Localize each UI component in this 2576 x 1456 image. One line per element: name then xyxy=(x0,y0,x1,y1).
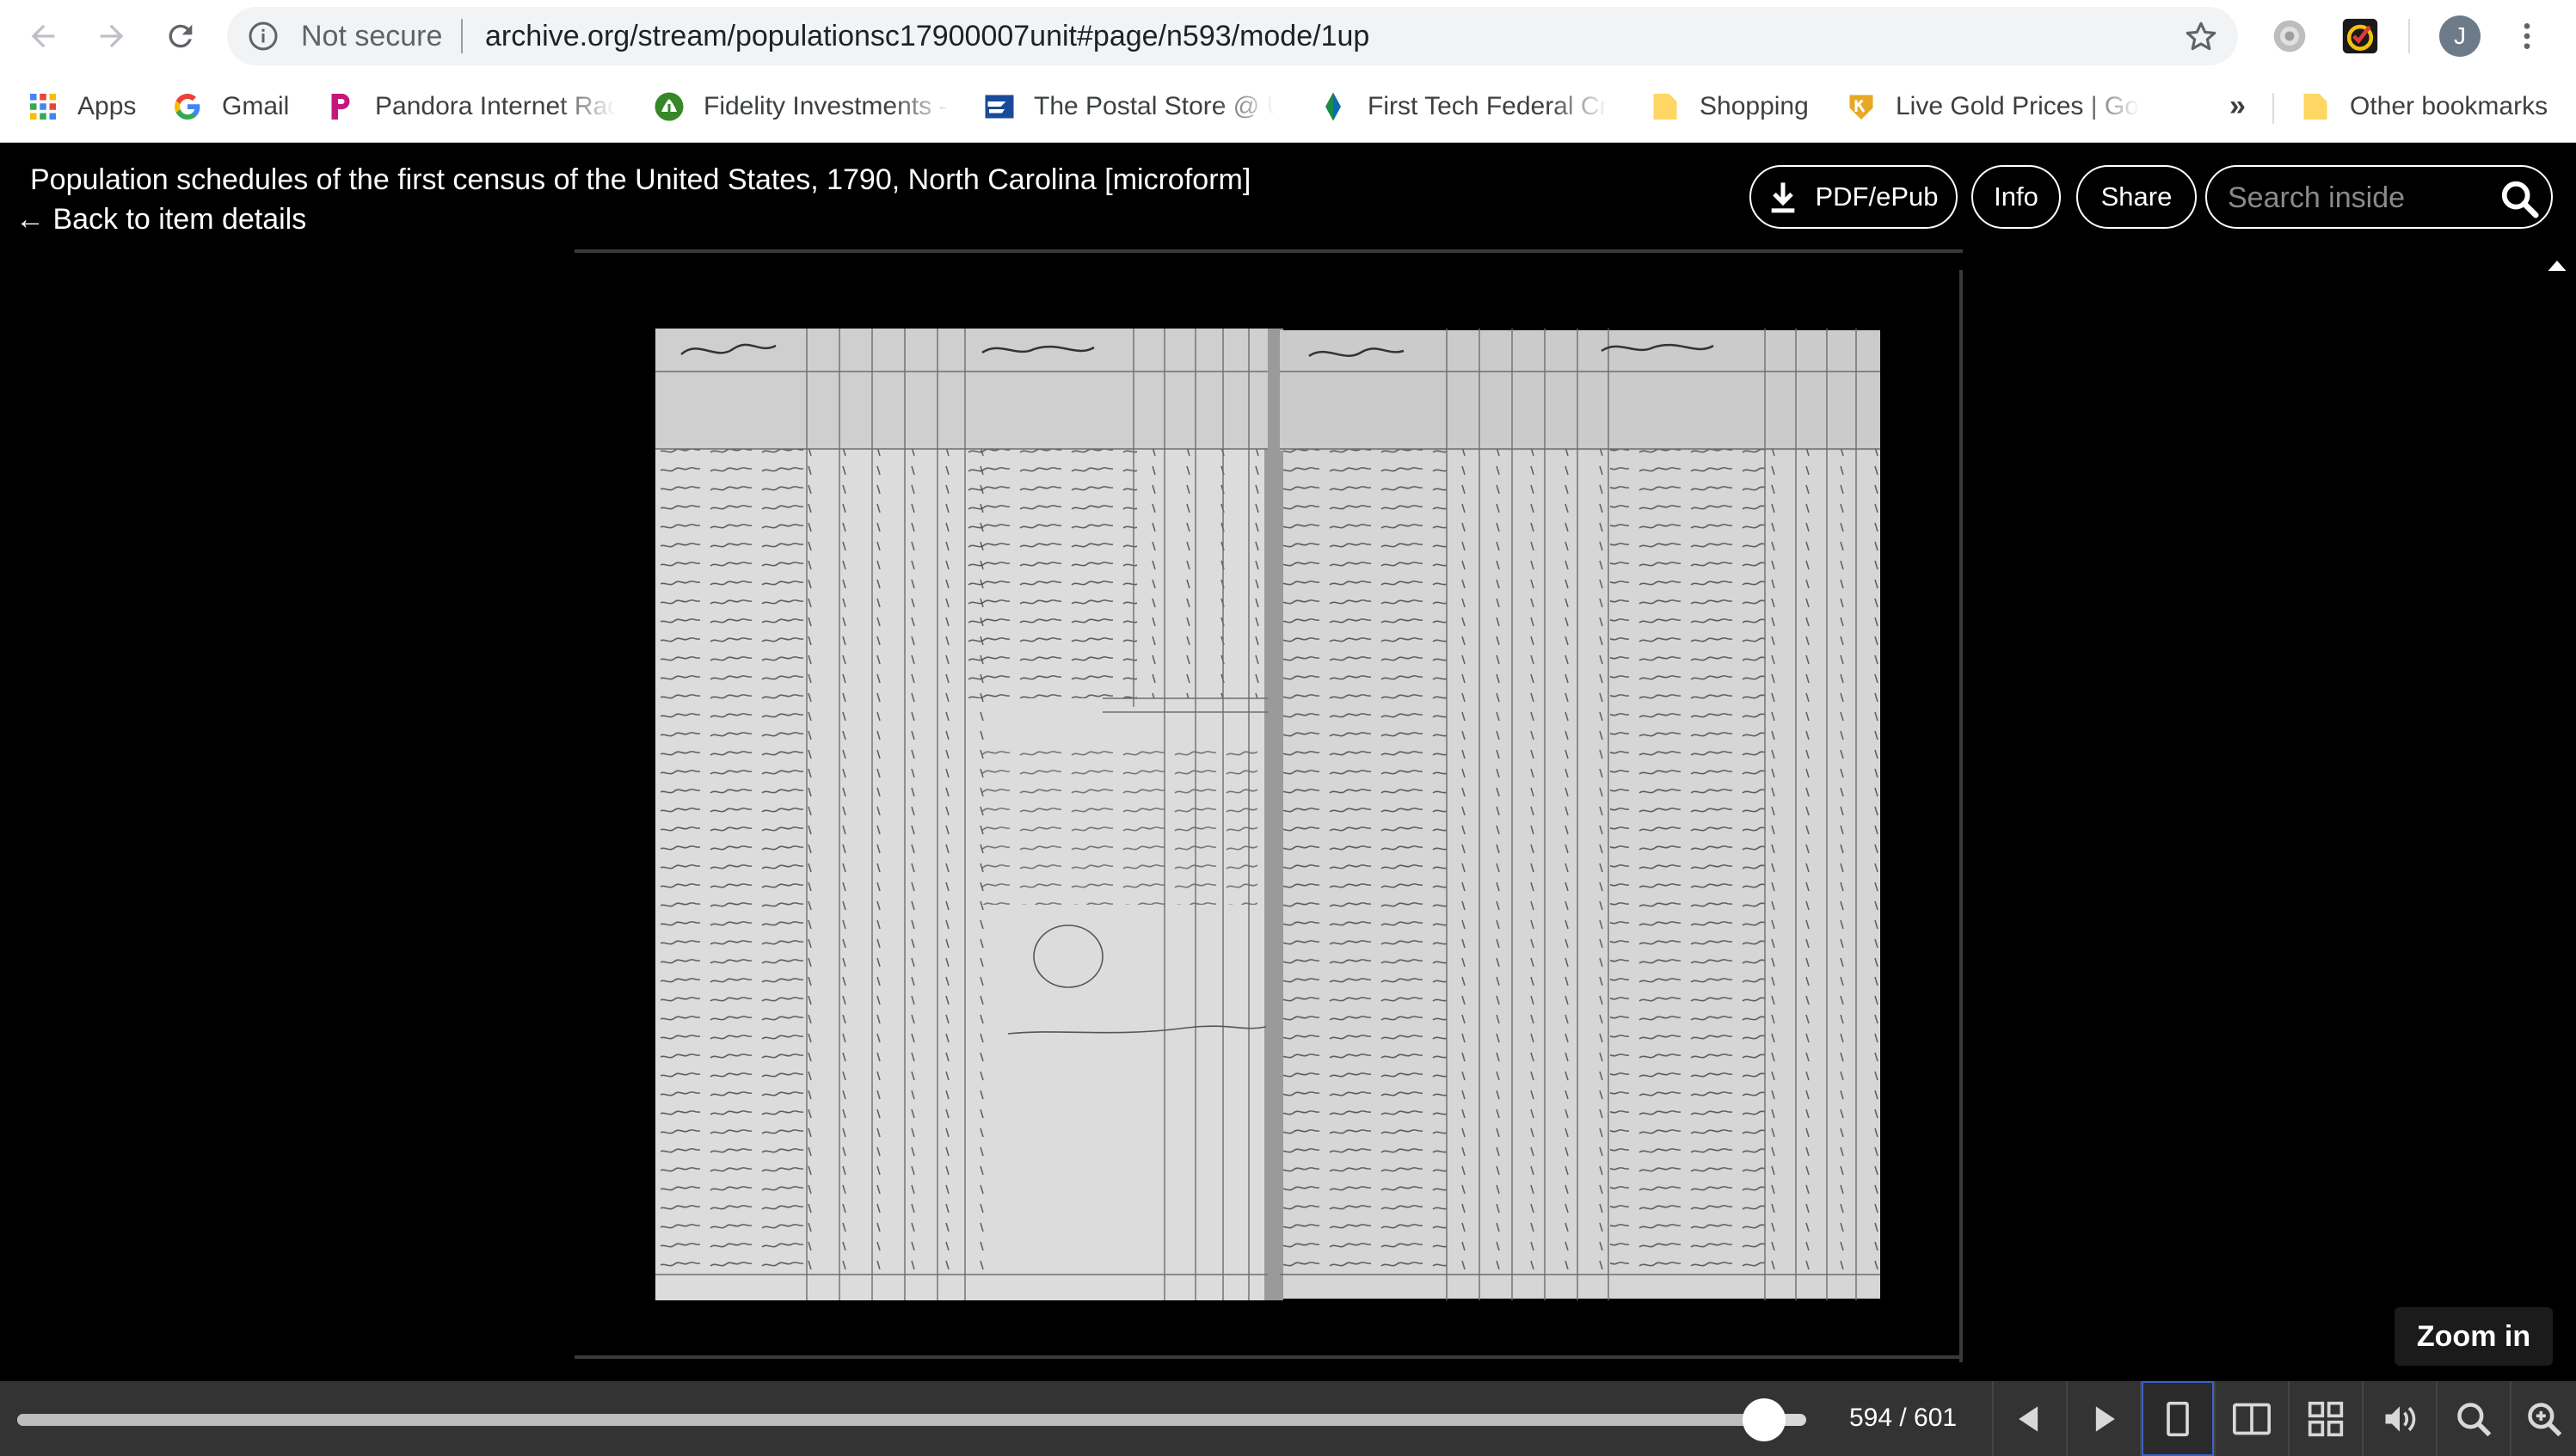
usps-icon xyxy=(982,89,1017,124)
bookmark-pandora[interactable]: Pandora Internet Rad xyxy=(323,88,616,126)
reload-icon xyxy=(169,24,193,48)
one-page-view-button[interactable] xyxy=(2140,1381,2214,1456)
fidelity-icon xyxy=(652,89,686,124)
bookmark-shopping[interactable]: Shopping xyxy=(1648,88,1820,126)
bookmark-label: Live Gold Prices | Gol xyxy=(1896,92,2140,120)
info-label: Info xyxy=(1994,181,2038,212)
zoom-in-icon xyxy=(2527,1402,2561,1436)
page-slider[interactable] xyxy=(17,1414,1806,1426)
arrow-right-icon xyxy=(100,24,124,48)
divider xyxy=(2272,93,2274,124)
address-bar[interactable]: Not secure archive.org/stream/population… xyxy=(227,7,2238,65)
single-page-icon xyxy=(2167,1401,2189,1436)
page-frame-edge xyxy=(1959,270,1963,1362)
page-title: Population schedules of the first census… xyxy=(30,163,1251,196)
google-g-icon xyxy=(170,89,205,124)
browser-toolbar: Not secure archive.org/stream/population… xyxy=(0,0,2576,72)
triangle-left-icon xyxy=(2019,1405,2038,1432)
zoom-out-button[interactable] xyxy=(2436,1381,2510,1456)
bookmark-first-tech[interactable]: First Tech Federal Cre xyxy=(1316,88,1608,126)
bookmark-gold-prices[interactable]: Live Gold Prices | Gol xyxy=(1844,88,2140,126)
bookmark-label: Pandora Internet Rad xyxy=(375,92,616,120)
read-aloud-button[interactable] xyxy=(2362,1381,2436,1456)
bookmark-postal-store[interactable]: The Postal Store @ U xyxy=(982,88,1275,126)
bookmark-label: Fidelity Investments - xyxy=(704,92,948,120)
book-viewer[interactable]: Zoom in xyxy=(0,249,2576,1381)
divider xyxy=(2408,19,2410,53)
page-frame-edge xyxy=(575,1355,1963,1359)
extension-checkmark-icon[interactable] xyxy=(2341,17,2379,55)
bookreader-navbar: 594 / 601 xyxy=(0,1381,2576,1456)
url-text[interactable]: archive.org/stream/populationsc17900007u… xyxy=(485,21,1369,52)
extension-circle-icon[interactable] xyxy=(2271,17,2309,55)
profile-avatar[interactable]: J xyxy=(2439,15,2481,57)
reload-button[interactable] xyxy=(155,10,206,62)
bookmark-fidelity[interactable]: Fidelity Investments - xyxy=(652,88,951,126)
share-button[interactable]: Share xyxy=(2076,165,2197,229)
bookmark-other[interactable]: Other bookmarks xyxy=(2298,88,2556,126)
info-circle-icon[interactable] xyxy=(248,21,279,52)
next-page-button[interactable] xyxy=(2066,1381,2140,1456)
info-button[interactable]: Info xyxy=(1971,165,2061,229)
divider xyxy=(461,19,463,53)
security-status[interactable]: Not secure xyxy=(301,21,442,52)
bookmark-star-icon[interactable] xyxy=(2183,19,2219,55)
previous-page-button[interactable] xyxy=(1992,1381,2066,1456)
download-icon xyxy=(1772,182,1795,213)
page-frame-edge xyxy=(575,249,1963,253)
pdf-epub-button[interactable]: PDF/ePub xyxy=(1749,165,1958,229)
folder-icon xyxy=(1648,89,1682,124)
page-slider-progress xyxy=(17,1414,1765,1426)
census-page-scan xyxy=(655,329,1880,1300)
apps-grid-icon xyxy=(26,89,60,124)
bookmark-gmail[interactable]: Gmail xyxy=(170,88,317,126)
folder-icon xyxy=(2298,89,2333,124)
search-icon[interactable] xyxy=(2499,179,2539,218)
pdf-epub-label: PDF/ePub xyxy=(1815,181,1939,212)
bookreader-header: Population schedules of the first census… xyxy=(0,143,2576,249)
bookmark-label: Gmail xyxy=(222,92,290,120)
kitco-icon xyxy=(1844,89,1878,124)
share-label: Share xyxy=(2100,181,2173,212)
bookmark-label: The Postal Store @ U xyxy=(1034,92,1275,120)
two-page-icon xyxy=(2233,1403,2271,1434)
browser-chrome: Not secure archive.org/stream/population… xyxy=(0,0,2576,143)
bookmark-label: Shopping xyxy=(1700,92,1809,120)
bookmark-label: Apps xyxy=(77,92,137,120)
back-to-item-link[interactable]: ← Back to item details xyxy=(15,203,306,237)
thumbnail-view-button[interactable] xyxy=(2288,1381,2362,1456)
page-counter: 594 / 601 xyxy=(1849,1404,1958,1432)
bookmark-label: First Tech Federal Cre xyxy=(1368,92,1608,120)
zoom-in-button[interactable] xyxy=(2510,1381,2576,1456)
arrow-left-icon xyxy=(31,24,55,48)
bookmark-label: Other bookmarks xyxy=(2350,92,2548,120)
zoom-tooltip: Zoom in xyxy=(2395,1307,2553,1366)
grid-icon xyxy=(2308,1401,2344,1436)
speaker-icon xyxy=(2385,1405,2416,1432)
two-page-view-button[interactable] xyxy=(2214,1381,2288,1456)
search-input[interactable] xyxy=(2228,179,2486,217)
back-button[interactable] xyxy=(17,10,69,62)
kebab-menu-icon[interactable] xyxy=(2510,15,2544,57)
bookmarks-overflow-button[interactable]: » xyxy=(2229,89,2246,123)
page-slider-handle[interactable] xyxy=(1743,1398,1786,1441)
triangle-right-icon xyxy=(2095,1405,2115,1432)
bookmark-apps[interactable]: Apps xyxy=(26,88,146,126)
pandora-icon xyxy=(323,89,358,124)
magnifier-icon xyxy=(2457,1402,2492,1436)
scroll-up-arrow-icon[interactable] xyxy=(2544,253,2570,279)
firsttech-icon xyxy=(1316,89,1350,124)
forward-button[interactable] xyxy=(86,10,138,62)
search-inside-box xyxy=(2205,165,2553,229)
bookmarks-bar: Apps Gmail Pandora Internet Rad Fidelity… xyxy=(0,72,2576,143)
